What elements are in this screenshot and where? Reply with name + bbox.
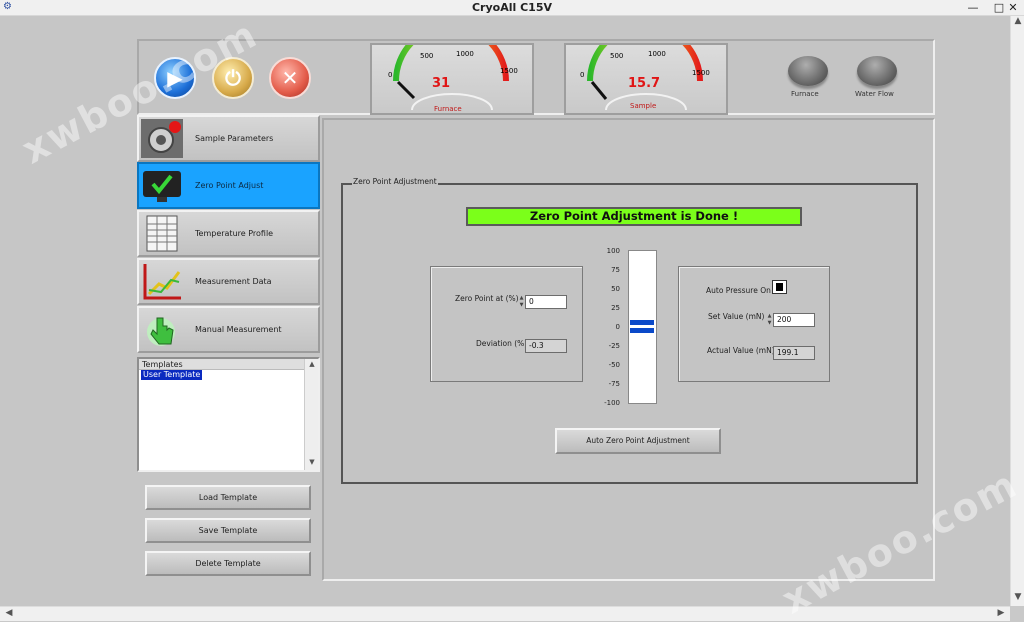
scale-tick: -25 [608, 342, 620, 350]
scroll-up-icon[interactable]: ▲ [1011, 16, 1024, 26]
actual-value: 199.1 [773, 346, 815, 360]
zero-point-stepper[interactable]: ▲ ▼ [519, 295, 524, 309]
nav-measurement-data[interactable]: Measurement Data [137, 258, 320, 305]
scroll-down-icon[interactable]: ▼ [1011, 592, 1024, 602]
scale-tick: 0 [615, 323, 620, 331]
sample-value: 15.7 [628, 76, 660, 91]
sample-gauge: 15.7 Sample 0 500 1000 1500 [564, 43, 728, 115]
nav-temperature-profile[interactable]: Temperature Profile [137, 210, 320, 257]
templates-list[interactable]: Templates User Template ▲ ▼ [137, 357, 320, 472]
monitor-check-icon [141, 166, 183, 205]
load-template-button[interactable]: Load Template [145, 485, 311, 510]
nav-label: Measurement Data [195, 277, 272, 286]
scale-tick: 75 [611, 266, 620, 274]
zero-point-input[interactable]: 0 [525, 295, 567, 309]
furnace-gauge: 31 Furnace 0 500 1000 1500 [370, 43, 534, 115]
scale-tick: -50 [608, 361, 620, 369]
deviation-value: -0.3 [525, 339, 567, 353]
minimize-button[interactable]: — [960, 0, 986, 16]
furnace-gauge-label: Furnace [434, 105, 462, 113]
vertical-scrollbar[interactable]: ▲ ▼ [1010, 16, 1024, 606]
scale-tick: 100 [606, 247, 620, 255]
hand-icon [141, 310, 183, 349]
furnace-value: 31 [432, 76, 450, 91]
auto-pressure-checkbox[interactable] [772, 280, 787, 294]
auto-pressure-label: Auto Pressure On [706, 286, 771, 295]
gauge-tick: 1500 [500, 67, 518, 75]
gear-icon [141, 119, 183, 158]
list-item[interactable]: User Template [141, 370, 203, 380]
scroll-up-icon[interactable]: ▲ [305, 360, 319, 368]
gauge-tick: 1000 [456, 50, 474, 58]
scale-tick: 25 [611, 304, 620, 312]
window-title: CryoAll C15V [471, 1, 552, 14]
deviation-label: Deviation (%) [476, 339, 528, 348]
set-value-stepper[interactable]: ▲ ▼ [767, 313, 772, 327]
nav-zero-point-adjust[interactable]: Zero Point Adjust [137, 162, 320, 209]
nav-manual-measurement[interactable]: Manual Measurement [137, 306, 320, 353]
actual-value-label: Actual Value (mN) [707, 346, 775, 355]
gauge-tick: 500 [420, 52, 433, 60]
close-icon: ✕ [281, 66, 299, 90]
nav-label: Temperature Profile [195, 229, 274, 238]
status-banner: Zero Point Adjustment is Done ! [466, 207, 802, 226]
auto-zero-adjust-button[interactable]: Auto Zero Point Adjustment [555, 428, 721, 454]
nav-label: Sample Parameters [195, 134, 274, 143]
zero-point-group-label: Zero Point Adjustment [352, 177, 438, 186]
furnace-indicator-label: Furnace [791, 90, 819, 98]
set-value-input[interactable]: 200 [773, 313, 815, 327]
water-flow-indicator-label: Water Flow [855, 90, 894, 98]
checkbox-mark [776, 283, 783, 291]
scale-tick: -75 [608, 380, 620, 388]
gauge-tick: 1000 [648, 50, 666, 58]
zero-point-fields-panel [430, 266, 583, 382]
scroll-left-icon[interactable]: ◀ [2, 608, 16, 618]
zero-point-label: Zero Point at (%) [455, 294, 519, 303]
gauge-tick: 0 [580, 71, 584, 79]
furnace-indicator [788, 56, 828, 86]
nav-label: Zero Point Adjust [195, 181, 264, 190]
scale-tick: -100 [604, 399, 620, 407]
spreadsheet-icon [141, 214, 183, 253]
scroll-down-icon[interactable]: ▼ [305, 458, 319, 466]
deviation-indicator-bar [630, 328, 654, 333]
templates-header: Templates [139, 359, 304, 370]
stop-button[interactable]: ✕ [269, 57, 311, 99]
deviation-scale [628, 250, 657, 404]
gauge-tick: 1500 [692, 69, 710, 77]
scroll-right-icon[interactable]: ▶ [994, 608, 1008, 618]
templates-scrollbar[interactable]: ▲ ▼ [304, 359, 318, 470]
gauge-tick: 0 [388, 71, 392, 79]
save-template-button[interactable]: Save Template [145, 518, 311, 543]
window-close-button[interactable]: ✕ [1000, 0, 1024, 16]
nav-label: Manual Measurement [195, 325, 282, 334]
scale-tick: 50 [611, 285, 620, 293]
deviation-indicator-bar [630, 320, 654, 325]
horizontal-scrollbar[interactable]: ◀ ▶ [0, 606, 1010, 621]
water-flow-indicator [857, 56, 897, 86]
delete-template-button[interactable]: Delete Template [145, 551, 311, 576]
set-value-label: Set Value (mN) [708, 312, 765, 321]
sample-gauge-label: Sample [630, 102, 656, 110]
gauge-tick: 500 [610, 52, 623, 60]
chart-icon [141, 262, 183, 301]
nav-sample-parameters[interactable]: Sample Parameters [137, 115, 320, 162]
